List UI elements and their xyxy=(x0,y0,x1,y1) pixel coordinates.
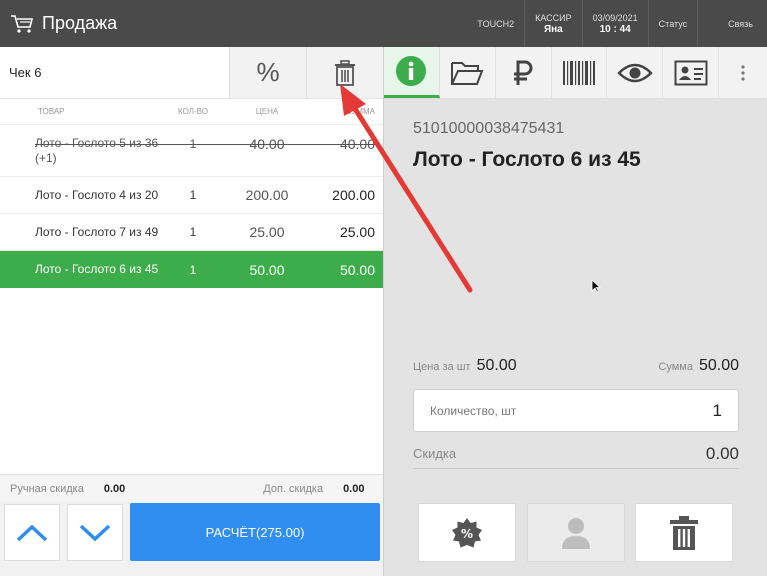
barcode-icon xyxy=(563,60,595,85)
sum-value: 50.00 xyxy=(698,357,739,374)
receipt-panel: Чек 6 % ТОВАР КОЛ-ВО ЦЕНА СУММА Лото - Г… xyxy=(0,47,394,576)
tab-customer-card[interactable] xyxy=(663,47,720,98)
ruble-icon xyxy=(514,60,533,85)
delete-item-button[interactable] xyxy=(635,503,733,562)
unit-price-value: 50.00 xyxy=(476,357,517,374)
manual-discount-value: 0.00 xyxy=(103,482,126,495)
cart-icon xyxy=(11,14,34,33)
more-vertical-icon xyxy=(741,64,745,81)
quantity-field[interactable]: Количество, шт 1 xyxy=(413,389,739,432)
cashier-info: КАССИР Яна xyxy=(524,0,582,47)
tab-open-folder[interactable] xyxy=(440,47,496,98)
receipt-label: Чек 6 xyxy=(0,47,229,98)
discount-badge-icon: % xyxy=(452,517,482,547)
chevron-up-icon xyxy=(16,524,48,541)
product-barcode: 51010000038475431 xyxy=(413,120,565,137)
status-button[interactable]: Статус xyxy=(647,0,697,47)
discount-field[interactable]: Скидка 0.00 xyxy=(413,439,739,469)
discount-value: 0.00 xyxy=(705,443,739,463)
quantity-placeholder: Количество, шт xyxy=(430,403,517,418)
detail-toolbar xyxy=(384,47,767,99)
percent-icon: % xyxy=(256,57,280,87)
strikethrough-line xyxy=(35,144,375,145)
chevron-down-icon xyxy=(79,524,111,541)
id-card-icon xyxy=(674,60,708,85)
table-row[interactable]: Лото - Гослото 5 из 36 (+1) 1 40.00 40.0… xyxy=(0,125,383,177)
discount-summary: Ручная скидка 0.00 Доп. скидка 0.00 xyxy=(0,474,383,502)
table-header: ТОВАР КОЛ-ВО ЦЕНА СУММА xyxy=(0,99,383,125)
receipt-items: Лото - Гослото 5 из 36 (+1) 1 40.00 40.0… xyxy=(0,125,394,288)
app-header: Продажа TOUCH2 КАССИР Яна 03/09/2021 10 … xyxy=(0,0,767,47)
folder-open-icon xyxy=(451,61,484,85)
trash-icon xyxy=(335,59,355,86)
discount-label: Скидка xyxy=(413,446,457,461)
sum-label: Сумма xyxy=(658,361,693,373)
more-menu-button[interactable] xyxy=(719,47,767,98)
price-summary: Цена за шт 50.00 Сумма 50.00 xyxy=(413,357,739,381)
extra-discount-label: Доп. скидка xyxy=(263,482,324,495)
scroll-up-button[interactable] xyxy=(4,504,60,561)
product-name: Лото - Гослото 6 из 45 xyxy=(413,148,641,171)
tab-view[interactable] xyxy=(607,47,664,98)
manual-discount-label: Ручная скидка xyxy=(10,482,84,495)
unit-price-label: Цена за шт xyxy=(413,361,471,373)
trash-icon xyxy=(670,515,698,550)
page-title: Продажа xyxy=(42,13,118,33)
tab-info[interactable] xyxy=(384,47,440,98)
pay-button[interactable]: РАСЧЁТ(275.00) xyxy=(130,503,380,561)
svg-text:%: % xyxy=(461,527,473,541)
item-discount-button[interactable]: % xyxy=(418,503,516,562)
mouse-cursor-icon xyxy=(591,279,601,293)
user-icon xyxy=(562,517,590,549)
table-row[interactable]: Лото - Гослото 7 из 49 1 25.00 25.00 xyxy=(0,214,383,251)
tab-barcode[interactable] xyxy=(552,47,608,98)
extra-discount-value: 0.00 xyxy=(343,482,365,495)
connection-button[interactable]: Связь xyxy=(697,0,767,47)
delete-receipt-button[interactable] xyxy=(306,47,383,98)
terminal-name: TOUCH2 xyxy=(477,18,515,29)
quantity-value: 1 xyxy=(712,400,722,420)
bottom-actions: РАСЧЁТ(275.00) xyxy=(0,502,383,576)
info-icon xyxy=(396,56,427,86)
datetime: 03/09/2021 10 : 44 xyxy=(581,0,648,47)
receipt-toolbar: Чек 6 % xyxy=(0,47,383,99)
table-row-selected[interactable]: Лото - Гослото 6 из 45 1 50.00 50.00 xyxy=(0,251,394,288)
scroll-down-button[interactable] xyxy=(67,504,123,561)
tab-payment[interactable] xyxy=(496,47,552,98)
table-row[interactable]: Лото - Гослото 4 из 20 1 200.00 200.00 xyxy=(0,177,383,214)
assign-customer-button[interactable] xyxy=(527,503,625,562)
eye-icon xyxy=(617,63,653,82)
item-detail-panel: 51010000038475431 Лото - Гослото 6 из 45… xyxy=(383,47,767,576)
discount-button[interactable]: % xyxy=(229,47,306,98)
